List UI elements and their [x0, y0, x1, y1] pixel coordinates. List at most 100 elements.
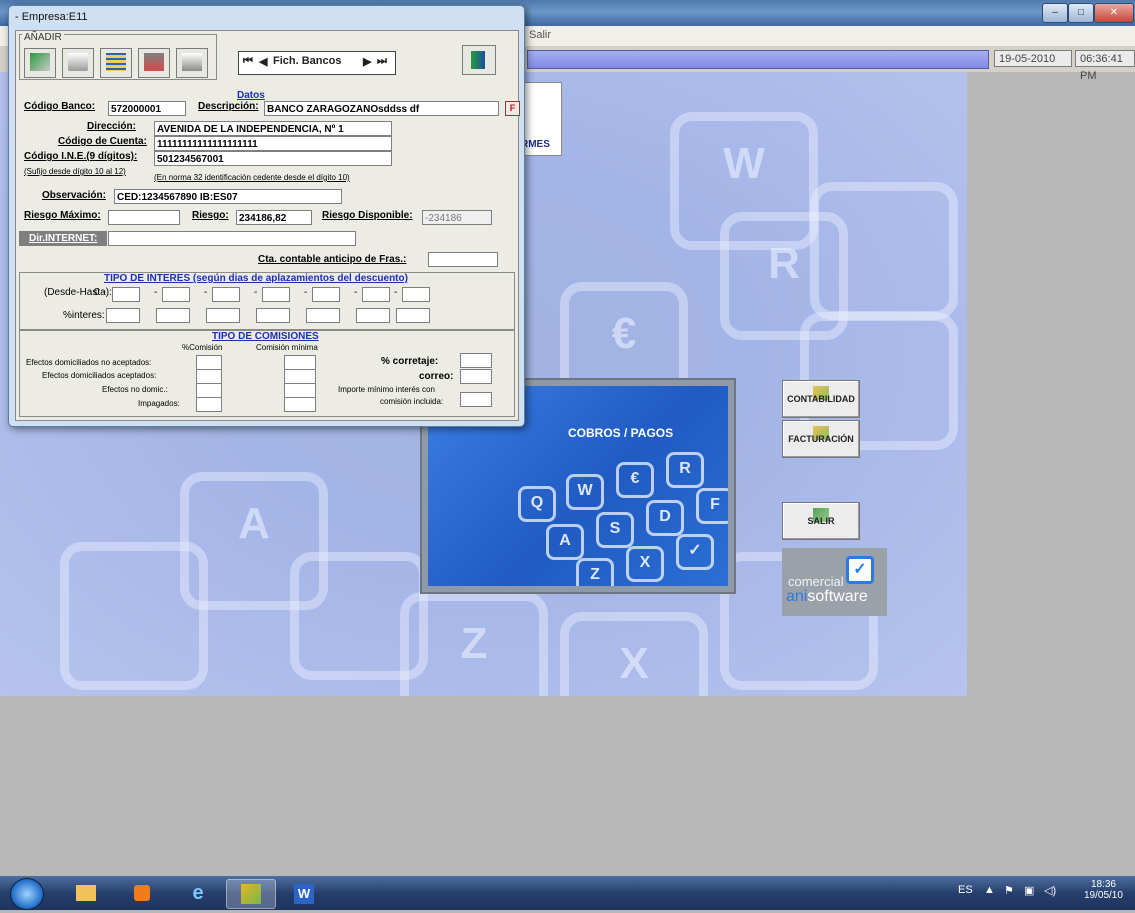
- interes-cell[interactable]: [356, 308, 390, 323]
- app-icon: [241, 884, 261, 904]
- corretaje-label: % corretaje:: [381, 356, 439, 367]
- folder-icon: [76, 885, 96, 901]
- disk-icon: [144, 53, 164, 71]
- record-navigator: ⏮ ◀ Fich. Bancos ▶ ⏭: [238, 51, 396, 75]
- riesgo-maximo-label: Riesgo Máximo:: [24, 210, 101, 221]
- desde-cell[interactable]: [212, 287, 240, 302]
- prev-record-button[interactable]: ◀: [259, 55, 267, 68]
- comision-minima-cell[interactable]: [284, 355, 316, 370]
- f-button[interactable]: F: [505, 101, 520, 116]
- media-taskbar-button[interactable]: [118, 879, 166, 907]
- comision-cell[interactable]: [196, 397, 222, 412]
- delete-button[interactable]: [62, 48, 94, 78]
- app-taskbar-button[interactable]: [226, 879, 276, 909]
- corretaje-field[interactable]: [460, 353, 492, 368]
- direccion-field[interactable]: AVENIDA DE LA INDEPENDENCIA, Nº 1: [154, 121, 392, 136]
- menu-salir[interactable]: Salir: [529, 29, 551, 41]
- start-button[interactable]: [10, 878, 44, 910]
- print-button[interactable]: [176, 48, 208, 78]
- clock-time: 18:36: [1090, 879, 1116, 890]
- interes-cell[interactable]: [306, 308, 340, 323]
- desde-cell[interactable]: [162, 287, 190, 302]
- interes-cell[interactable]: [206, 308, 240, 323]
- ie-taskbar-button[interactable]: e: [174, 879, 222, 907]
- efectos-no-aceptados-label: Efectos domiciliados no aceptados:: [26, 358, 152, 367]
- norma-note: (En norma 32 identificación cedente desd…: [154, 173, 350, 182]
- informes-label: RMES: [521, 139, 550, 150]
- codigo-cuenta-field[interactable]: 11111111111111111111: [154, 136, 392, 151]
- comision-cell[interactable]: [196, 369, 222, 384]
- interes-cell[interactable]: [396, 308, 430, 323]
- comision-minima-cell[interactable]: [284, 369, 316, 384]
- next-record-button[interactable]: ▶: [363, 55, 371, 68]
- desde-cell[interactable]: [362, 287, 390, 302]
- status-progress-bar: [527, 50, 989, 69]
- list-icon: [106, 53, 126, 71]
- descripcion-label: Descripción:: [198, 101, 259, 112]
- tray-arrow-icon[interactable]: ▲: [984, 884, 995, 896]
- ine-field[interactable]: 501234567001: [154, 151, 392, 166]
- trash-icon: [68, 53, 88, 71]
- add-record-button[interactable]: [24, 48, 56, 78]
- riesgo-disponible-field: -234186: [422, 210, 492, 225]
- word-taskbar-button[interactable]: W: [280, 879, 328, 907]
- desde-cell[interactable]: [402, 287, 430, 302]
- dialog-exit-button[interactable]: [462, 45, 496, 75]
- impagados-label: Impagados:: [138, 399, 180, 408]
- interes-cell[interactable]: [256, 308, 290, 323]
- importe-minimo-field[interactable]: [460, 392, 492, 407]
- volume-icon[interactable]: ◁): [1044, 884, 1056, 897]
- dialog-title: - Empresa:E11: [15, 11, 88, 23]
- codigo-cuenta-label: Código de Cuenta:: [58, 136, 147, 147]
- anisoftware-logo: ✓ comercial anisoftware: [782, 548, 887, 616]
- desde-start: 0 -: [94, 287, 106, 298]
- codigo-banco-field[interactable]: 572000001: [108, 101, 186, 116]
- desde-cell[interactable]: [112, 287, 140, 302]
- language-indicator[interactable]: ES: [958, 884, 973, 896]
- sufijo-note: (Sufijo desde dígito 10 al 12): [24, 167, 126, 176]
- flag-icon[interactable]: ⚑: [1004, 884, 1014, 897]
- minimize-button[interactable]: –: [1042, 3, 1068, 23]
- status-time: 06:36:41 PM: [1075, 50, 1135, 82]
- efectos-aceptados-label: Efectos domiciliados aceptados:: [42, 371, 157, 380]
- riesgo-field[interactable]: 234186,82: [236, 210, 312, 225]
- importe-minimo-label-2: comisión incluida:: [380, 397, 444, 406]
- list-button[interactable]: [100, 48, 132, 78]
- dialog-body: AÑADIR ⏮ ◀ Fich. Bancos ▶ ⏭ Datos Código…: [15, 30, 520, 421]
- interes-cell[interactable]: [106, 308, 140, 323]
- observacion-field[interactable]: CED:1234567890 IB:ES07: [114, 189, 342, 204]
- interes-cell[interactable]: [156, 308, 190, 323]
- descripcion-field[interactable]: BANCO ZARAGOZANOsddss df: [264, 101, 499, 116]
- dir-internet-field[interactable]: [108, 231, 356, 246]
- direccion-label: Dirección:: [87, 121, 136, 132]
- network-icon[interactable]: ▣: [1024, 884, 1034, 897]
- comision-minima-cell[interactable]: [284, 383, 316, 398]
- comision-cell[interactable]: [196, 383, 222, 398]
- comision-cell[interactable]: [196, 355, 222, 370]
- close-button[interactable]: ✕: [1094, 3, 1134, 23]
- comisiones-section: TIPO DE COMISIONES %Comisión Comisión mí…: [19, 330, 515, 417]
- status-date: 19-05-2010: [994, 50, 1072, 67]
- dir-internet-label: Dir.INTERNET:: [19, 231, 107, 246]
- correo-field[interactable]: [460, 369, 492, 384]
- disk-button[interactable]: [138, 48, 170, 78]
- exit-door-icon: [471, 51, 485, 69]
- tray-clock[interactable]: 18:36 19/05/10: [1084, 879, 1123, 901]
- facturacion-button[interactable]: FACTURACIÓN: [782, 420, 860, 458]
- salir-button[interactable]: SALIR: [782, 502, 860, 540]
- explorer-taskbar-button[interactable]: [62, 879, 110, 907]
- contabilidad-button[interactable]: CONTABILIDAD: [782, 380, 860, 418]
- maximize-button[interactable]: □: [1068, 3, 1094, 23]
- comision-minima-cell[interactable]: [284, 397, 316, 412]
- importe-minimo-label-1: Importe mínimo interés con: [338, 385, 435, 394]
- desde-cell[interactable]: [312, 287, 340, 302]
- toolbar-group: AÑADIR: [19, 32, 217, 80]
- media-player-icon: [134, 885, 150, 901]
- last-record-button[interactable]: ⏭: [377, 55, 387, 68]
- riesgo-maximo-field[interactable]: [108, 210, 180, 225]
- first-record-button[interactable]: ⏮: [243, 55, 253, 68]
- riesgo-disponible-label: Riesgo Disponible:: [322, 210, 413, 221]
- desde-cell[interactable]: [262, 287, 290, 302]
- cta-anticipo-field[interactable]: [428, 252, 498, 267]
- col-minima-header: Comisión mínima: [256, 343, 318, 352]
